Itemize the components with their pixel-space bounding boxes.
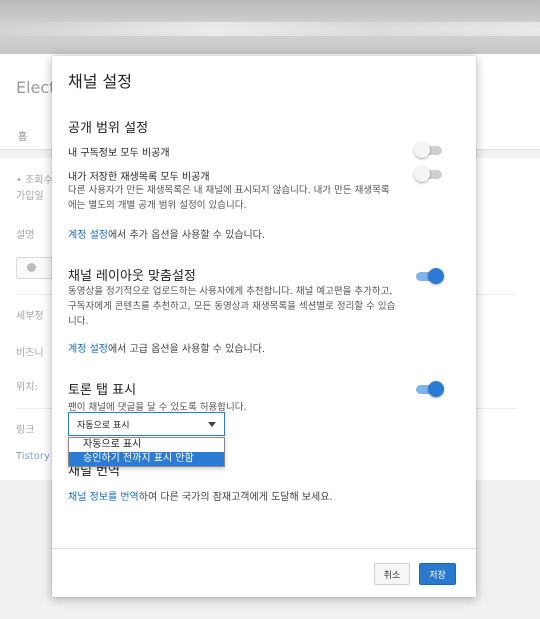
toggle-thumb [428, 381, 444, 397]
account-settings-link[interactable]: 계정 설정 [68, 230, 108, 241]
option-hide-until-approved[interactable]: 승인하기 전까지 표시 안함 [69, 452, 224, 466]
discussion-visibility-select[interactable]: 자동으로 표시 [68, 412, 225, 436]
bg-row-links: 링크 [16, 425, 35, 436]
privacy-section-title: 공개 범위 설정 [68, 121, 149, 136]
translation-note-text: 하여 다른 국가의 잠재고객에게 도달해 보세요. [138, 492, 333, 503]
discussion-section-title: 토론 탭 표시 [68, 383, 137, 398]
footer-divider [52, 548, 476, 549]
discussion-visibility-menu: 자동으로 표시 승인하기 전까지 표시 안함 [68, 437, 225, 467]
translation-note: 채널 정보를 번역하여 다른 국가의 잠재고객에게 도달해 보세요. [68, 488, 333, 503]
channel-title: Elect [16, 78, 56, 97]
cancel-button[interactable]: 취소 [374, 563, 410, 585]
bg-row-details: 세부정 [16, 311, 44, 322]
tab-home[interactable]: 홈 [18, 128, 27, 143]
discussion-tab-toggle[interactable] [414, 381, 444, 397]
layout-note: 계정 설정에서 고급 옵션을 사용할 수 있습니다. [68, 340, 265, 355]
layout-description: 동영상을 정기적으로 업로드하는 사용자에게 추천합니다. 채널 예고편을 추가… [68, 286, 396, 327]
toggle-thumb [414, 142, 430, 158]
select-value: 자동으로 표시 [77, 421, 130, 431]
privacy-note-text: 에서 추가 옵션을 사용할 수 있습니다. [107, 230, 266, 241]
private-playlists-label: 내가 저장한 재생목록 모두 비공개 [68, 172, 210, 183]
account-settings-link[interactable]: 계정 설정 [68, 344, 108, 355]
bg-row-views: • 조회수 [16, 175, 53, 186]
option-auto-show[interactable]: 자동으로 표시 [69, 438, 224, 452]
private-subscriptions-label: 내 구독정보 모두 비공개 [68, 148, 170, 159]
bg-add-button [16, 257, 56, 279]
bg-row-location: 위치: [16, 382, 38, 393]
bg-row-business: 비즈니 [16, 348, 44, 359]
channel-layout-toggle[interactable] [414, 268, 444, 284]
bg-row-joined: 가입일 [16, 191, 44, 202]
bg-link-tistory: Tistory [16, 451, 50, 462]
toggle-thumb [428, 268, 444, 284]
private-playlists-toggle[interactable] [414, 166, 444, 182]
privacy-description: 다른 사용자가 만든 재생목록은 내 채널에 표시되지 않습니다. 내가 만든 … [68, 185, 390, 211]
discussion-description: 팬이 채널에 댓글을 달 수 있도록 허용합니다. [68, 402, 247, 413]
translate-channel-link[interactable]: 채널 정보를 번역 [68, 492, 139, 503]
toggle-thumb [414, 166, 430, 182]
bg-row-description: 설명 [16, 230, 35, 241]
privacy-note: 계정 설정에서 추가 옵션을 사용할 수 있습니다. [68, 226, 265, 241]
private-subscriptions-toggle[interactable] [414, 142, 444, 158]
channel-settings-dialog: 채널 설정 공개 범위 설정 내 구독정보 모두 비공개 내가 저장한 재생목록… [52, 56, 476, 597]
layout-note-text: 에서 고급 옵션을 사용할 수 있습니다. [107, 344, 266, 355]
chevron-down-icon [208, 422, 216, 427]
save-button[interactable]: 저장 [419, 563, 456, 585]
channel-banner [0, 0, 540, 54]
dialog-title: 채널 설정 [68, 72, 132, 91]
layout-section-title: 채널 레이아웃 맞춤설정 [68, 269, 196, 284]
